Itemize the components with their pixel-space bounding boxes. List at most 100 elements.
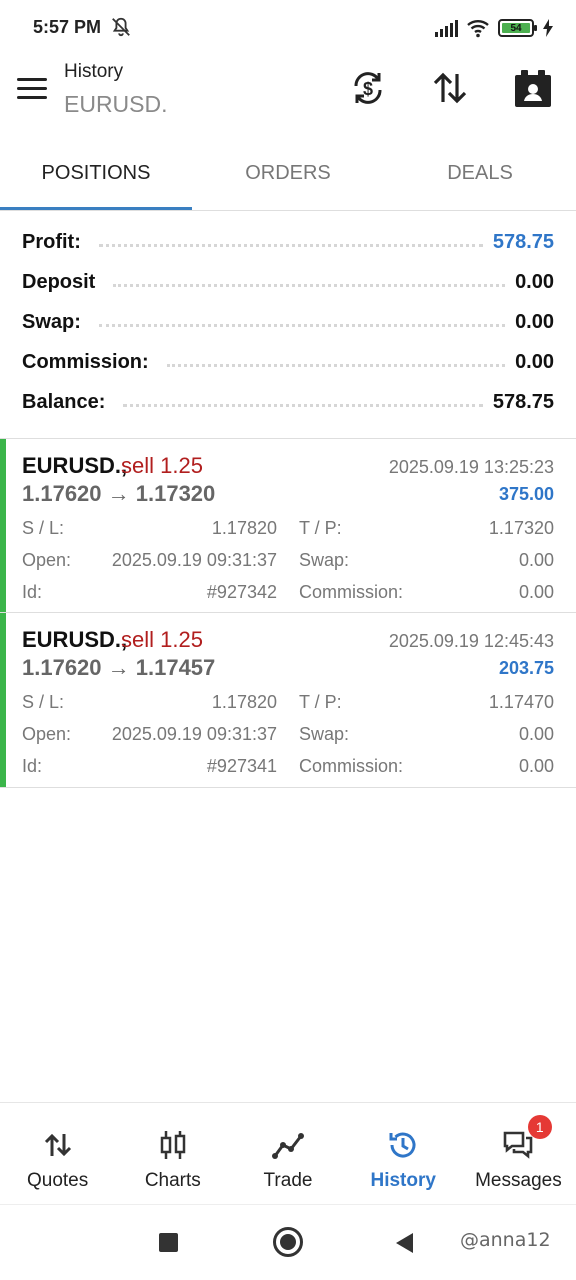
battery-icon: 54 — [498, 19, 537, 37]
battery-level: 54 — [502, 23, 530, 34]
quotes-arrows-icon — [44, 1133, 71, 1157]
leader-dots — [113, 283, 506, 287]
detail-value: 0.00 — [518, 550, 554, 570]
notifications-muted-icon — [112, 17, 130, 37]
detail-value: 0.00 — [518, 582, 554, 602]
nav-quotes[interactable]: Quotes — [0, 1103, 115, 1204]
charging-bolt-icon — [543, 19, 553, 37]
summary-value: 0.00 — [515, 310, 554, 333]
menu-icon[interactable] — [17, 78, 47, 102]
detail-value: 2025.09.19 09:31:37 — [111, 550, 277, 570]
detail-row-open-swap: Open: 2025.09.19 09:31:37 Swap: 0.00 — [22, 724, 554, 748]
detail-value: 0.00 — [518, 724, 554, 744]
position-indicator-bar — [0, 439, 6, 613]
detail-label: Id: — [22, 582, 43, 602]
signal-icon — [435, 19, 458, 37]
nav-trade[interactable]: Trade — [230, 1103, 345, 1204]
detail-row-id-commission: Id: #927341 Commission: 0.00 — [22, 756, 554, 780]
detail-label: T / P: — [299, 518, 342, 538]
position-close-time: 2025.09.19 13:25:23 — [388, 457, 554, 477]
position-symbol: EURUSD., — [22, 627, 128, 652]
detail-label: Swap: — [299, 724, 350, 744]
summary-row-balance: Balance: 578.75 — [22, 382, 554, 422]
summary-label: Profit: — [22, 230, 89, 254]
tab-bar: POSITIONS ORDERS DEALS — [0, 148, 576, 210]
detail-value: 0.00 — [518, 756, 554, 776]
position-item[interactable]: EURUSD., sell 1.25 2025.09.19 13:25:23 1… — [0, 439, 576, 613]
summary-value: 578.75 — [492, 390, 554, 413]
position-indicator-bar — [0, 613, 6, 787]
detail-label: Open: — [22, 724, 72, 744]
nav-label: Quotes — [26, 1170, 89, 1191]
symbol-filter[interactable]: EURUSD. — [64, 91, 168, 118]
back-button[interactable] — [396, 1233, 413, 1253]
detail-row-id-commission: Id: #927342 Commission: 0.00 — [22, 582, 554, 606]
page-title: History — [64, 61, 124, 82]
detail-value: #927341 — [206, 756, 277, 776]
trend-line-icon — [272, 1133, 304, 1159]
detail-label: Id: — [22, 756, 43, 776]
recent-apps-button[interactable] — [159, 1233, 178, 1252]
leader-dots — [166, 363, 506, 367]
detail-label: T / P: — [299, 692, 342, 712]
nav-label: Trade — [263, 1170, 313, 1191]
status-time: 5:57 PM — [33, 17, 102, 37]
bottom-navigation: Quotes Charts Trade History 1 Messages — [0, 1102, 576, 1204]
position-symbol: EURUSD., — [22, 453, 128, 478]
leader-dots — [98, 323, 506, 327]
history-clock-icon — [389, 1132, 416, 1158]
detail-row-sl-tp: S / L: 1.17820 T / P: 1.17470 — [22, 692, 554, 716]
currency-exchange-icon[interactable]: $ — [348, 68, 388, 108]
position-close-time: 2025.09.19 12:45:43 — [388, 631, 554, 651]
summary-row-commission: Commission: 0.00 — [22, 342, 554, 382]
detail-value: 2025.09.19 09:31:37 — [111, 724, 277, 744]
detail-value: 1.17820 — [211, 692, 277, 712]
detail-value: #927342 — [206, 582, 277, 602]
list-divider — [0, 787, 576, 788]
position-prices: 1.17620 → 1.17320 — [22, 481, 216, 506]
detail-label: Commission: — [299, 582, 404, 602]
summary-panel: Profit: 578.75 Deposit 0.00 Swap: 0.00 C… — [22, 222, 554, 422]
detail-row-open-swap: Open: 2025.09.19 09:31:37 Swap: 0.00 — [22, 550, 554, 574]
nav-label: Messages — [475, 1170, 562, 1191]
summary-label: Swap: — [22, 310, 89, 334]
home-button[interactable] — [273, 1227, 303, 1257]
watermark: @anna12 — [460, 1229, 551, 1251]
position-side-volume: sell 1.25 — [121, 453, 203, 478]
system-navigation-bar: @anna12 — [0, 1204, 576, 1280]
summary-label: Deposit — [22, 270, 104, 294]
position-profit: 375.00 — [498, 484, 554, 504]
status-icons: 54 — [435, 16, 554, 40]
position-profit: 203.75 — [498, 658, 554, 678]
nav-charts[interactable]: Charts — [115, 1103, 230, 1204]
unread-badge: 1 — [527, 1115, 552, 1139]
detail-label: Open: — [22, 550, 72, 570]
candlestick-icon — [160, 1131, 186, 1159]
position-prices: 1.17620 → 1.17457 — [22, 655, 216, 680]
tab-deals[interactable]: DEALS — [384, 148, 576, 210]
tab-orders[interactable]: ORDERS — [192, 148, 384, 210]
position-item[interactable]: EURUSD., sell 1.25 2025.09.19 12:45:43 1… — [0, 613, 576, 787]
app-bar: History EURUSD. $ — [0, 56, 576, 136]
summary-value: 0.00 — [515, 270, 554, 293]
detail-label: Commission: — [299, 756, 404, 776]
summary-row-profit: Profit: 578.75 — [22, 222, 554, 262]
summary-label: Balance: — [22, 390, 114, 414]
nav-history[interactable]: History — [346, 1103, 461, 1204]
summary-row-swap: Swap: 0.00 — [22, 302, 554, 342]
tab-positions[interactable]: POSITIONS — [0, 148, 192, 210]
summary-value: 578.75 — [492, 230, 554, 253]
sort-icon[interactable] — [430, 68, 470, 108]
calendar-account-icon[interactable] — [513, 68, 553, 108]
leader-dots — [123, 403, 483, 407]
detail-row-sl-tp: S / L: 1.17820 T / P: 1.17320 — [22, 518, 554, 542]
position-side-volume: sell 1.25 — [121, 627, 203, 652]
detail-label: S / L: — [22, 692, 65, 712]
detail-value: 1.17320 — [488, 518, 554, 538]
summary-value: 0.00 — [515, 350, 554, 373]
nav-messages[interactable]: 1 Messages — [461, 1103, 576, 1204]
summary-label: Commission: — [22, 350, 157, 374]
svg-text:$: $ — [363, 79, 373, 99]
detail-label: S / L: — [22, 518, 65, 538]
detail-label: Swap: — [299, 550, 350, 570]
